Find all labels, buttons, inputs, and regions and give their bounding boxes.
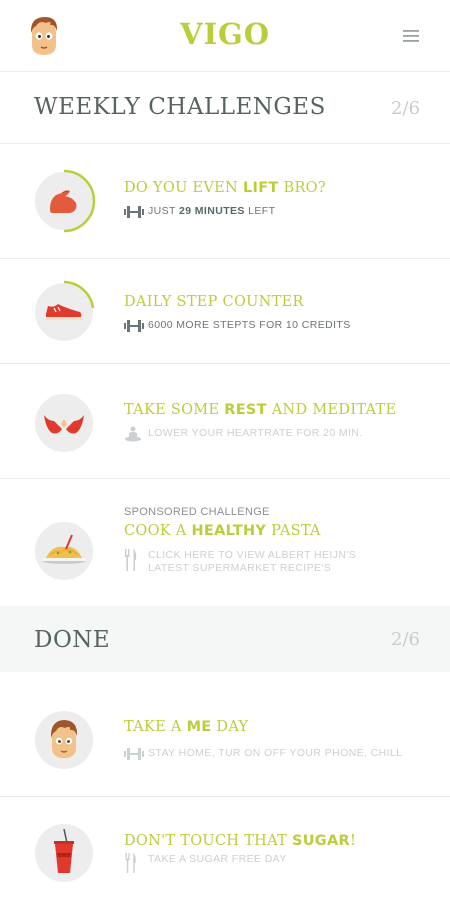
challenge-steps[interactable]: DAILY STEP COUNTER 6000 MORE STEPTS FOR …	[0, 259, 450, 364]
fork-knife-icon	[124, 549, 148, 571]
challenge-title: TAKE A ME DAY	[124, 719, 249, 735]
fork-knife-icon	[124, 853, 148, 873]
progress-ring	[35, 522, 93, 580]
progress-ring	[35, 280, 95, 341]
dumbbell-icon	[124, 205, 148, 219]
progress-ring	[35, 394, 93, 452]
sponsored-label: SPONSORED CHALLENGE	[124, 506, 270, 518]
done-header: DONE 2/6	[0, 606, 450, 672]
challenge-meta: 6000 MORE STEPTS FOR 10 CREDITS	[124, 319, 351, 333]
challenge-meditate[interactable]: TAKE SOME REST AND MEDITATE LOWER YOUR H…	[0, 364, 450, 479]
face-avatar-icon	[50, 720, 78, 758]
challenge-meta: LOWER YOUR HEARTRATE FOR 20 MIN.	[124, 426, 363, 442]
challenge-title: DAILY STEP COUNTER	[124, 294, 304, 310]
dumbbell-icon	[124, 747, 148, 761]
app-logo: VIGO	[179, 17, 271, 51]
challenge-meta: JUST 29 MINUTES LEFT	[124, 205, 275, 219]
section-count: 2/6	[391, 629, 420, 650]
section-title: WEEKLY CHALLENGES	[34, 94, 326, 120]
challenge-title: DO YOU EVEN LIFT BRO?	[124, 180, 326, 196]
top-bar: VIGO	[0, 0, 450, 72]
meditation-person-icon	[124, 426, 148, 442]
challenge-title: COOK A HEALTHY PASTA	[124, 523, 321, 539]
challenge-title: TAKE SOME REST AND MEDITATE	[124, 402, 397, 418]
progress-ring	[35, 169, 96, 233]
challenge-lift[interactable]: DO YOU EVEN LIFT BRO? JUST 29 MINUTES LE…	[0, 144, 450, 259]
weekly-challenges-header: WEEKLY CHALLENGES 2/6	[0, 72, 450, 144]
challenge-pasta[interactable]: SPONSORED CHALLENGE COOK A HEALTHY PASTA…	[0, 479, 450, 606]
section-title: DONE	[34, 627, 111, 653]
challenge-title: DON'T TOUCH THAT SUGAR!	[124, 833, 357, 849]
menu-icon[interactable]	[396, 24, 426, 48]
challenge-meta: CLICK HERE TO VIEW ALBERT HEIJN'S LATEST…	[124, 549, 384, 575]
progress-ring	[35, 711, 93, 769]
challenge-meta: STAY HOME, TUR ON OFF YOUR PHONE, CHILL	[124, 747, 402, 761]
challenge-me-day[interactable]: TAKE A ME DAY STAY HOME, TUR ON OFF YOUR…	[0, 672, 450, 797]
section-count: 2/6	[391, 98, 420, 119]
dumbbell-icon	[124, 319, 148, 333]
challenge-meta: TAKE A SUGAR FREE DAY	[124, 853, 287, 873]
progress-ring	[35, 824, 93, 882]
challenge-no-sugar[interactable]: DON'T TOUCH THAT SUGAR! TAKE A SUGAR FRE…	[0, 797, 450, 900]
